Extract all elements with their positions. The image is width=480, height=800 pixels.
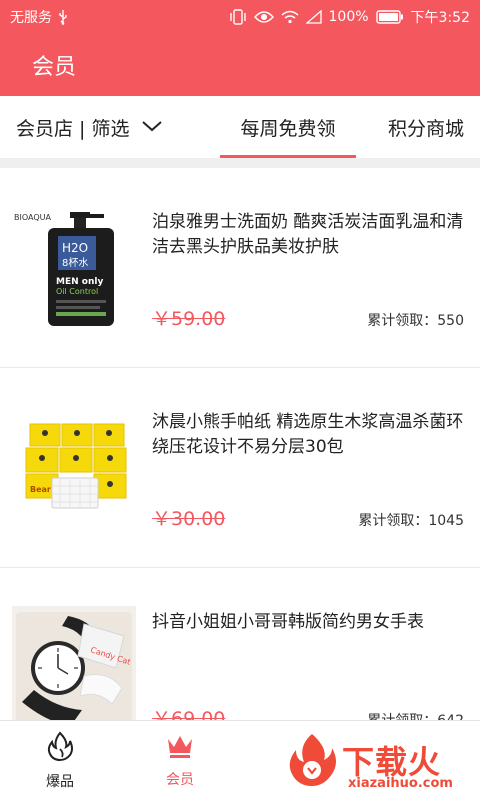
claim-count: 累计领取：1045: [358, 513, 464, 529]
claim-count: 累计领取：550: [367, 313, 464, 329]
carrier-label: 无服务: [10, 10, 52, 26]
nav-item-hot[interactable]: 爆品: [0, 721, 120, 800]
bottle-cups-text: 8杯水: [62, 256, 88, 269]
product-brand-text: BIOAQUA: [14, 213, 51, 222]
status-bar: 无服务 100% 下午3:52: [0, 0, 480, 34]
flame-icon: [46, 731, 74, 765]
chevron-down-icon: [141, 116, 163, 138]
clock: 下午3:52: [410, 10, 470, 26]
battery-icon: [375, 10, 404, 24]
product-card[interactable]: BIOAQUA H2O 8杯水 MEN only Oil Control 泊泉雅…: [0, 168, 480, 368]
app-bar: 会员: [0, 34, 480, 96]
product-price: ￥69.00: [152, 708, 226, 720]
product-list[interactable]: BIOAQUA H2O 8杯水 MEN only Oil Control 泊泉雅…: [0, 168, 480, 720]
tab-store-filter[interactable]: 会员店 | 筛选: [0, 114, 200, 141]
nav-item-hot-label: 爆品: [46, 773, 74, 790]
nav-item-member[interactable]: 会员: [120, 721, 240, 800]
battery-percent: 100%: [328, 9, 369, 25]
signal-icon: [305, 10, 322, 24]
tab-points-mall-label: 积分商城: [387, 117, 464, 140]
tab-bar: 会员店 | 筛选 每周免费领 积分商城: [0, 96, 480, 158]
facewash-bottle-image: BIOAQUA H2O 8杯水 MEN only Oil Control: [12, 206, 136, 330]
product-name: 抖音小姐姐小哥哥韩版简约男女手表: [152, 612, 424, 632]
crown-icon: [165, 733, 195, 763]
tab-points-mall[interactable]: 积分商城: [376, 96, 476, 158]
tissue-brand-text: Bear: [30, 485, 51, 494]
section-divider: [0, 158, 480, 168]
wifi-icon: [281, 10, 299, 24]
claim-count: 累计领取：642: [367, 710, 464, 720]
tab-weekly-free-label: 每周免费领: [240, 117, 336, 140]
watermark-logo: 下载火 xiazaihuo.com: [282, 726, 478, 798]
watermark-flame-icon: [282, 730, 342, 794]
eye-icon: [253, 10, 274, 24]
tab-store-filter-label: 会员店 | 筛选: [16, 117, 130, 140]
product-name: 泊泉雅男士洗面奶 酷爽活炭洁面乳温和清洁去黑头护肤品美妆护肤: [152, 212, 464, 257]
page-title: 会员: [32, 55, 77, 80]
usb-icon: [58, 9, 68, 25]
bottle-oil-text: Oil Control: [56, 287, 98, 296]
product-name: 沐晨小熊手帕纸 精选原生木浆高温杀菌环绕压花设计不易分层30包: [152, 412, 464, 457]
watermark-url: xiazaihuo.com: [348, 776, 453, 791]
nav-item-member-label: 会员: [166, 771, 194, 788]
product-price: ￥59.00: [152, 308, 226, 330]
vibrate-icon: [229, 9, 247, 25]
tab-weekly-free[interactable]: 每周免费领: [220, 96, 356, 158]
product-card[interactable]: Bear 沐晨小熊手帕纸 精选原生木浆高温杀菌环绕压花设计不易分层30包 ￥30…: [0, 368, 480, 568]
wristwatch-image: Candy Cat: [12, 606, 136, 720]
bottle-h2o-text: H2O: [62, 241, 88, 255]
product-card[interactable]: Candy Cat 抖音小姐姐小哥哥韩版简约男女手表 ￥69.00 累计领取：6…: [0, 568, 480, 720]
tissue-packs-image: Bear: [12, 406, 136, 530]
watermark-text: 下载火: [342, 743, 442, 781]
bottle-men-text: MEN only: [56, 277, 103, 287]
product-price: ￥30.00: [152, 508, 226, 530]
